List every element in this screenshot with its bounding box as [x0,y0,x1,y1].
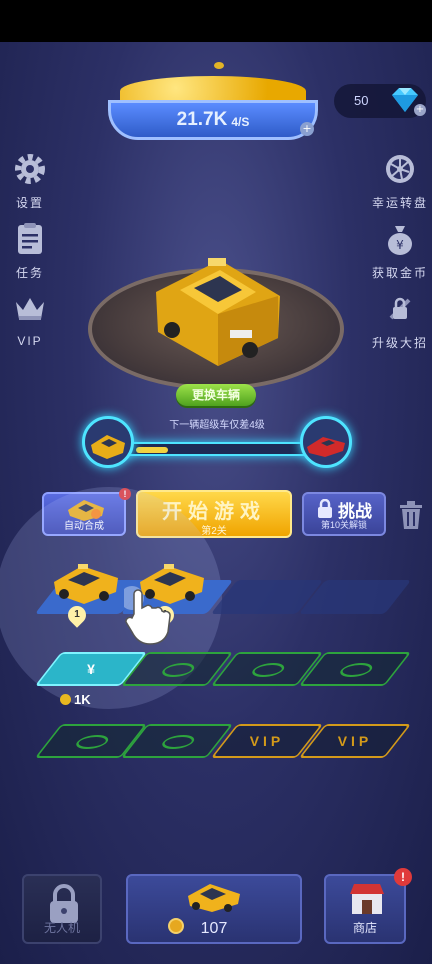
sports-car-thumb-icon [307,437,345,457]
slot-ring-icon [247,663,289,677]
lucky-wheel-icon [386,155,414,183]
get-coins-label: 获取金币 [371,266,428,280]
income-plus-icon[interactable]: + [300,122,314,136]
vip-slot-label: VIP [337,733,373,749]
challenge-button[interactable]: 挑战 第10关解锁 [302,492,386,536]
lucky-wheel-button[interactable]: 幸运转盘 [370,152,430,211]
lucky-wheel-label: 幸运转盘 [371,196,428,210]
car-level-value: 1 [74,609,80,620]
get-coins-button[interactable]: ¥ 获取金币 [370,222,430,281]
buy-car-button[interactable]: 107 [126,874,302,944]
task-list-icon [18,223,42,254]
settings-label: 设置 [15,196,44,210]
income-rate: 21.7K [176,109,228,130]
vip-button[interactable]: VIP [0,292,60,348]
coin-icon [60,694,71,705]
taxi-buy-icon [188,884,240,912]
money-bag-icon: ¥ [388,226,412,255]
vip-slot-label: VIP [249,733,285,749]
change-car-button[interactable]: 更换车辆 [176,384,256,406]
upgrade-skill-button[interactable]: 升级大招 [370,292,430,351]
settings-button[interactable]: 设置 [0,152,60,211]
diamond-count: 50 [354,93,369,108]
gear-icon [15,154,45,184]
slot-ring-icon [157,735,199,749]
next-car-thumb [300,416,352,468]
shop-icon [350,884,384,914]
taxi-car-level1[interactable] [50,558,122,606]
diamond-counter[interactable]: 50 + [334,84,426,118]
current-car-thumb [82,416,134,468]
status-bar [0,0,432,42]
challenge-unlock-hint: 第10关解锁 [320,520,367,530]
progress-bar [122,442,312,456]
vip-slot-2[interactable]: VIP [298,724,412,758]
buy-car-cost-value: 1K [74,692,91,707]
car-level-badge: 1 [64,602,90,628]
shop-alert-badge: ! [394,868,412,886]
progress-fill [136,447,168,453]
slot-ring-icon [157,663,199,677]
pointing-hand-icon [124,586,171,645]
buy-car-cost: 1K [60,692,91,707]
taxi-car-image [156,258,280,366]
next-car-progress: 下一辆超级车仅差4级 [82,416,352,468]
upgrade-skill-label: 升级大招 [371,336,428,350]
svg-text:¥: ¥ [396,238,404,252]
shop-label: 商店 [352,921,377,935]
income-rate-panel: 21.7K 4/S [108,100,318,140]
income-coin-tub[interactable]: 21.7K 4/S + [108,62,318,142]
locked-skill-icon [389,297,411,320]
slot-ring-icon [335,663,377,677]
trash-icon[interactable] [398,500,424,530]
drone-locked-button[interactable]: 无人机 [22,874,102,944]
vip-label: VIP [17,334,43,348]
tasks-button[interactable]: 任务 [0,222,60,281]
buy-car-price: 107 [200,920,228,937]
drone-label: 无人机 [43,921,80,935]
diamond-plus-icon[interactable]: + [414,104,426,116]
shop-button[interactable]: 商店 ! [324,868,412,944]
slot-ring-icon [71,735,113,749]
crown-icon [16,298,44,320]
lock-icon [318,499,332,518]
tasks-label: 任务 [15,266,44,280]
yen-mark: ¥ [87,661,95,677]
padlock-icon [50,884,78,923]
income-unit: 4/S [231,115,250,129]
taxi-thumb-icon [91,435,125,459]
